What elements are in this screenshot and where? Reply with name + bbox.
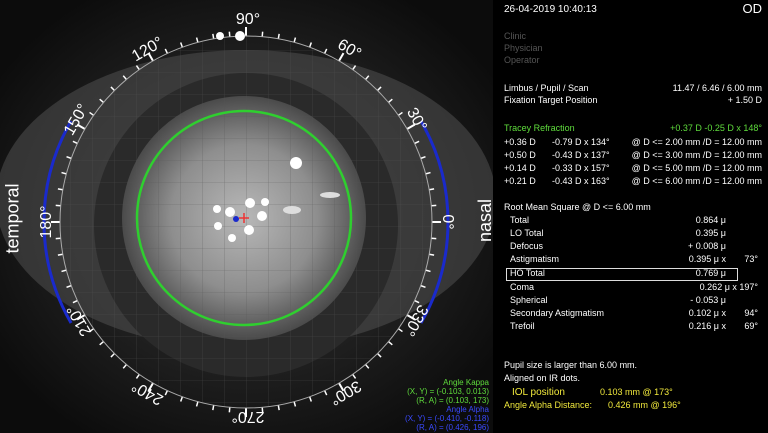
rms-label: Spherical [510,295,548,305]
rms-row: Secondary Astigmatism 0.102 μ x 94° [504,308,762,319]
refraction-zone: @ D <= 6.00 mm /D = 12.00 mm [631,176,762,186]
rms-row: Spherical - 0.053 μ [504,295,762,306]
measurement-grid [60,36,432,408]
alpha-distance-label: Angle Alpha Distance: [504,400,593,410]
rms-value: 0.769 μ [695,268,726,278]
iol-position-row: IOL position 0.103 mm @ 173° [504,387,762,398]
rms-value: 0.262 μ x 197° [699,282,758,292]
fixation-value: + 1.50 D [727,95,762,105]
limbus-pupil-scan-row: Limbus / Pupil / Scan 11.47 / 6.46 / 6.0… [504,83,762,94]
operator-field: Operator [504,55,540,65]
lps-label: Limbus / Pupil / Scan [504,83,589,93]
angle-alpha-xy: (X, Y) = (-0.410, -0.118) [405,414,489,423]
rms-angle: 73° [744,254,758,264]
degree-tick [277,33,280,39]
refraction-zone: @ D <= 5.00 mm /D = 12.00 mm [631,163,762,173]
angle-kappa-title: Angle Kappa [443,378,489,387]
temporal-label: temporal [2,183,23,254]
rms-row: LO Total 0.395 μ [504,228,762,239]
angle-alpha-ra: (R, A) = (0.426, 196) [416,423,489,432]
pupil-size-note: Pupil size is larger than 6.00 mm. [504,360,638,370]
header-row: 26-04-2019 10:40:13 OD [504,1,763,16]
rms-label: Astigmatism [510,254,560,264]
rms-value: 0.216 μ x [688,321,726,331]
refraction-row: +0.21 D -0.43 D x 163° @ D <= 6.00 mm /D… [504,176,762,187]
refraction-zone: @ D <= 2.00 mm /D = 12.00 mm [631,137,762,147]
degree-tick [57,188,63,191]
refraction-sph: +0.14 D [504,163,536,173]
refraction-zone: @ D <= 3.00 mm /D = 12.00 mm [631,150,762,160]
deg-label-0: 0° [439,214,456,230]
measurement-info-panel: 26-04-2019 10:40:13 OD Clinic Physician … [496,0,768,433]
rms-angle: 94° [744,308,758,318]
rms-row: Defocus + 0.008 μ [504,241,762,252]
refraction-cyl: -0.43 D x 163° [552,176,610,186]
rms-label: Defocus [510,241,544,251]
rms-value: 0.102 μ x [688,308,726,318]
rms-label: Trefoil [510,321,535,331]
tracey-refraction-row: Tracey Refraction +0.37 D -0.25 D x 148° [504,123,762,134]
eye-side: OD [742,1,763,16]
refraction-row: +0.36 D -0.79 D x 134° @ D <= 2.00 mm /D… [504,137,762,148]
rms-value: 0.395 μ [695,228,726,238]
fixation-row: Fixation Target Position + 1.50 D [504,95,762,106]
deg-label-180: 180° [38,205,55,239]
rms-title: Root Mean Square @ D <= 6.00 mm [504,202,651,212]
degree-tick [212,33,215,39]
refraction-cyl: -0.33 D x 157° [552,163,610,173]
rms-row: Trefoil 0.216 μ x 69° [504,321,762,332]
deg-label-270: 270° [231,408,265,425]
angle-alpha-title: Angle Alpha [446,405,489,414]
iol-value: 0.103 mm @ 173° [600,387,673,397]
rms-value: - 0.053 μ [690,295,726,305]
rms-label: HO Total [510,268,545,278]
degree-tick [429,188,435,191]
rms-value: + 0.008 μ [688,241,726,251]
refraction-row: +0.14 D -0.33 D x 157° @ D <= 5.00 mm /D… [504,163,762,174]
alpha-distance-value: 0.426 mm @ 196° [608,400,681,410]
rms-row: Total 0.864 μ [504,215,762,226]
degree-tick [57,253,63,256]
degree-tick [277,405,280,411]
rms-row: Coma 0.262 μ x 197° [504,282,762,293]
rms-label: LO Total [510,228,544,238]
rms-angle: 69° [744,321,758,331]
nasal-label: nasal [475,198,493,243]
lps-value: 11.47 / 6.46 / 6.00 mm [672,83,762,93]
deg-label-90: 90° [235,11,261,28]
angle-alpha-row: Angle Alpha Distance: 0.426 mm @ 196° [504,400,762,411]
angle-kappa-readout: Angle Kappa (X, Y) = (-0.103, 0.013) (R,… [405,378,489,432]
rms-value: 0.395 μ x [688,254,726,264]
refraction-row: +0.50 D -0.43 D x 137° @ D <= 3.00 mm /D… [504,150,762,161]
refraction-cyl: -0.43 D x 137° [552,150,610,160]
angle-kappa-ra: (R, A) = (0.103, 173) [416,396,489,405]
angle-kappa-xy: (X, Y) = (-0.103, 0.013) [407,387,489,396]
aligned-note: Aligned on IR dots. [504,373,581,383]
exam-datetime: 26-04-2019 10:40:13 [504,4,597,15]
eye-image [0,0,493,433]
rms-label: Total [510,215,530,225]
physician-field: Physician [504,43,543,53]
refraction-sph: +0.36 D [504,137,536,147]
pupil-center-marker [233,216,239,222]
degree-tick [212,405,215,411]
rms-row: HO Total 0.769 μ [504,268,762,279]
rms-label: Coma [510,282,535,292]
rms-row: Astigmatism 0.395 μ x 73° [504,254,762,265]
clinic-field: Clinic [504,31,527,41]
rms-label: Secondary Astigmatism [510,308,605,318]
refraction-cyl: -0.79 D x 134° [552,137,610,147]
rms-value: 0.864 μ [695,215,726,225]
eye-image-panel: 90° 60° 30° 0° 330° 300° 270° 240° 210° … [0,0,493,433]
tracey-label: Tracey Refraction [504,123,575,133]
refraction-sph: +0.21 D [504,176,536,186]
refraction-sph: +0.50 D [504,150,536,160]
tracey-value: +0.37 D -0.25 D x 148° [670,123,762,133]
iol-label: IOL position [512,387,565,398]
fixation-label: Fixation Target Position [504,95,598,105]
degree-tick [429,253,435,256]
